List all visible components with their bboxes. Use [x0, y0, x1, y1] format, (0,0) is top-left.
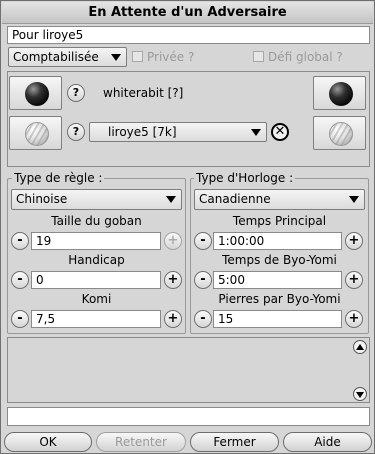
- global-challenge-label: Défi global ?: [268, 50, 343, 64]
- rules-group-label: Type de règle :: [12, 171, 105, 185]
- players-panel: ? whiterabit [?] ? liroye5 [7k] ✕: [7, 71, 370, 167]
- checkbox-icon: [253, 51, 264, 62]
- main-time-decrement[interactable]: -: [194, 232, 212, 250]
- chevron-down-icon: [349, 196, 359, 203]
- opponent-select[interactable]: liroye5 [7k]: [89, 122, 267, 142]
- clock-type-value: Canadienne: [199, 192, 271, 206]
- stones-per-period-label: Pierres par Byo-Yomi: [218, 292, 341, 306]
- clock-group-label: Type d'Horloge :: [194, 171, 296, 185]
- chat-input[interactable]: [7, 407, 370, 426]
- handicap-increment[interactable]: +: [164, 271, 182, 289]
- message-area[interactable]: [7, 337, 370, 403]
- handicap-label: Handicap: [68, 253, 125, 267]
- close-button[interactable]: Fermer: [190, 432, 279, 452]
- ok-button[interactable]: OK: [4, 432, 92, 452]
- komi-increment[interactable]: +: [164, 310, 182, 328]
- komi-label: Komi: [81, 292, 112, 306]
- black-player-info-button[interactable]: ?: [67, 84, 85, 102]
- rating-mode-select[interactable]: Comptabilisée: [8, 47, 127, 67]
- white-stone-icon: [25, 122, 49, 146]
- chevron-down-icon: [251, 129, 261, 136]
- remove-opponent-button[interactable]: ✕: [271, 123, 289, 141]
- black-stone-icon: [329, 82, 353, 106]
- window-title: En Attente d'un Adversaire: [2, 2, 373, 24]
- komi-input[interactable]: 7,5: [31, 310, 161, 328]
- clock-type-select[interactable]: Canadienne: [194, 189, 365, 210]
- checkbox-icon: [132, 51, 143, 62]
- help-button[interactable]: Aide: [283, 432, 372, 452]
- black-stone-icon: [25, 82, 49, 106]
- white-stone-button[interactable]: [9, 116, 62, 150]
- black-player-name: whiterabit [?]: [103, 86, 184, 100]
- rule-type-value: Chinoise: [16, 192, 68, 206]
- komi-decrement[interactable]: -: [11, 310, 29, 328]
- main-time-label: Temps Principal: [232, 214, 327, 228]
- retry-button[interactable]: Retenter: [96, 432, 186, 452]
- board-size-label: Taille du goban: [51, 214, 142, 228]
- byoyomi-time-decrement[interactable]: -: [194, 271, 212, 289]
- board-size-input[interactable]: 19: [31, 232, 161, 250]
- black-stone-button[interactable]: [9, 76, 62, 110]
- main-time-increment[interactable]: +: [345, 232, 363, 250]
- private-checkbox[interactable]: Privée ?: [132, 49, 194, 65]
- global-challenge-checkbox[interactable]: Défi global ?: [253, 49, 343, 65]
- close-icon: ✕: [274, 124, 286, 139]
- scroll-down-arrow[interactable]: [353, 387, 367, 401]
- rule-type-select[interactable]: Chinoise: [11, 189, 182, 210]
- chevron-down-icon: [111, 54, 121, 61]
- white-player-info-button[interactable]: ?: [67, 123, 85, 141]
- byoyomi-time-increment[interactable]: +: [345, 271, 363, 289]
- dialog-window: En Attente d'un Adversaire Pour liroye5 …: [0, 0, 375, 454]
- handicap-input[interactable]: 0: [31, 271, 161, 289]
- opponent-name: liroye5 [7k]: [108, 125, 177, 139]
- white-stone-right-button[interactable]: [313, 116, 366, 150]
- game-name-field[interactable]: Pour liroye5: [7, 26, 370, 44]
- white-stone-icon: [329, 122, 353, 146]
- stones-per-period-decrement[interactable]: -: [194, 310, 212, 328]
- black-stone-right-button[interactable]: [313, 76, 366, 110]
- private-label: Privée ?: [147, 50, 195, 64]
- board-size-decrement[interactable]: -: [11, 232, 29, 250]
- stones-per-period-increment[interactable]: +: [345, 310, 363, 328]
- byoyomi-time-label: Temps de Byo-Yomi: [222, 253, 337, 267]
- board-size-increment[interactable]: +: [164, 232, 182, 250]
- stones-per-period-input[interactable]: 15: [213, 310, 342, 328]
- chevron-down-icon: [166, 196, 176, 203]
- rating-mode-value: Comptabilisée: [13, 50, 99, 64]
- scroll-up-arrow[interactable]: [353, 340, 367, 354]
- main-time-input[interactable]: 1:00:00: [213, 232, 342, 250]
- handicap-decrement[interactable]: -: [11, 271, 29, 289]
- byoyomi-time-input[interactable]: 5:00: [213, 271, 342, 289]
